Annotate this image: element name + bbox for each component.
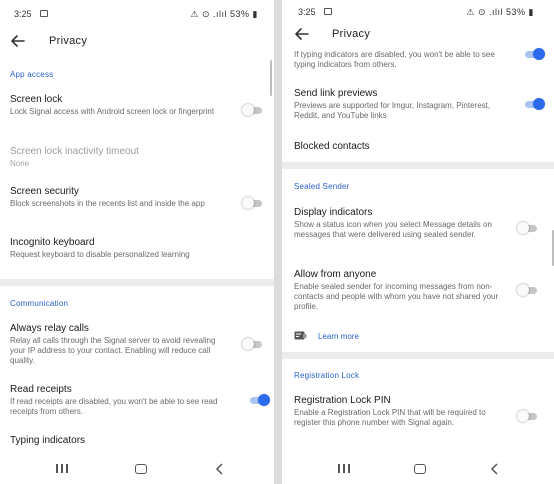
display-indicators-toggle[interactable] [517,222,539,234]
navigation-bar [282,456,554,484]
arrow-left-icon[interactable] [293,25,311,43]
setting-title: Screen security [10,186,79,197]
setting-send-link-previews[interactable]: Send link previews Previews are supporte… [282,88,554,124]
setting-blocked-contacts[interactable]: Blocked contacts [282,141,554,155]
home-icon[interactable] [414,464,426,474]
setting-display-indicators[interactable]: Display indicators Show a status icon wh… [282,207,554,251]
setting-title: Send link previews [294,88,378,99]
setting-incognito-keyboard[interactable]: Incognito keyboard Request keyboard to d… [0,237,274,271]
section-divider [0,279,274,286]
left-screen: 3:25 ⚠ ⊙ .ılıl 53% ▮ Privacy App access … [0,0,274,484]
setting-description: Enable a Registration Lock PIN that will… [294,408,486,427]
registration-lock-toggle[interactable] [517,410,539,422]
status-time: 3:25 [298,7,316,17]
setting-read-receipts[interactable]: Read receipts If read receipts are disab… [0,384,274,418]
setting-title: Display indicators [294,207,373,218]
gallery-notification-icon [40,10,48,17]
nav-back-icon[interactable] [490,463,500,475]
scrollbar[interactable] [270,60,272,96]
gallery-notification-icon [324,8,332,15]
setting-allow-from-anyone[interactable]: Allow from anyone Enable sealed sender f… [282,269,554,313]
setting-title: Always relay calls [10,323,89,334]
setting-screen-lock[interactable]: Screen lock Lock Signal access with Andr… [0,94,274,134]
setting-description: Show a status icon when you select Messa… [294,220,492,239]
app-bar: Privacy [0,26,274,58]
nav-back-icon[interactable] [215,463,225,475]
setting-description: Lock Signal access with Android screen l… [10,107,215,116]
setting-always-relay-calls[interactable]: Always relay calls Relay all calls throu… [0,323,274,367]
setting-registration-lock-pin[interactable]: Registration Lock PIN Enable a Registrat… [282,395,554,439]
section-app-access: App access [10,70,54,79]
setting-description: Relay all calls through the Signal serve… [10,336,216,365]
page-title: Privacy [49,35,88,47]
screen-lock-toggle[interactable] [242,104,264,116]
setting-title: Incognito keyboard [10,237,95,248]
setting-description: Request keyboard to disable personalized… [10,250,190,259]
setting-title: Blocked contacts [294,141,370,152]
section-registration-lock: Registration Lock [294,371,360,380]
home-icon[interactable] [135,464,147,474]
setting-description: If typing indicators are disabled, you w… [294,50,495,69]
navigation-bar [0,456,274,484]
setting-description: Block screenshots in the recents list an… [10,199,205,208]
recent-apps-icon[interactable] [338,464,350,474]
sealed-sender-icon [294,331,307,340]
section-divider [282,352,554,359]
right-screen: 3:25 ⚠ ⊙ .ılıl 53% ▮ Privacy If typing i… [282,0,554,484]
setting-typing-indicators[interactable]: If typing indicators are disabled, you w… [282,48,554,72]
typing-indicators-toggle[interactable] [523,48,545,60]
section-communication: Communication [10,299,69,308]
status-bar: 3:25 ⚠ ⊙ .ılıl 53% ▮ [0,0,274,24]
setting-title: Typing indicators [10,435,86,446]
setting-title: Read receipts [10,384,72,395]
setting-description: Previews are supported for Imgur, Instag… [294,101,491,120]
status-time: 3:25 [14,9,32,19]
read-receipts-toggle[interactable] [248,394,270,406]
relay-calls-toggle[interactable] [242,338,264,350]
setting-title: Allow from anyone [294,269,377,280]
page-title: Privacy [332,28,371,40]
learn-more-link[interactable]: Learn more [318,332,359,341]
setting-typing-indicators[interactable]: Typing indicators [0,435,274,449]
setting-title: Screen lock [10,94,63,105]
setting-description: If read receipts are disabled, you won't… [10,397,218,416]
setting-title: Screen lock inactivity timeout [10,146,139,157]
app-bar: Privacy [282,20,554,52]
setting-value: None [10,159,30,168]
recent-apps-icon[interactable] [56,464,68,474]
system-status-icons: ⚠ ⊙ .ılıl 53% ▮ [190,9,258,19]
setting-screen-security[interactable]: Screen security Block screenshots in the… [0,186,274,222]
link-previews-toggle[interactable] [523,98,545,110]
setting-inactivity-timeout: Screen lock inactivity timeout None [0,146,274,170]
section-sealed-sender: Sealed Sender [294,182,350,191]
section-divider [282,162,554,169]
setting-description: Enable sealed sender for incoming messag… [294,282,499,311]
screen-security-toggle[interactable] [242,197,264,209]
arrow-left-icon[interactable] [9,32,27,50]
allow-from-anyone-toggle[interactable] [517,284,539,296]
system-status-icons: ⚠ ⊙ .ılıl 53% ▮ [466,7,534,17]
setting-title: Registration Lock PIN [294,395,391,406]
